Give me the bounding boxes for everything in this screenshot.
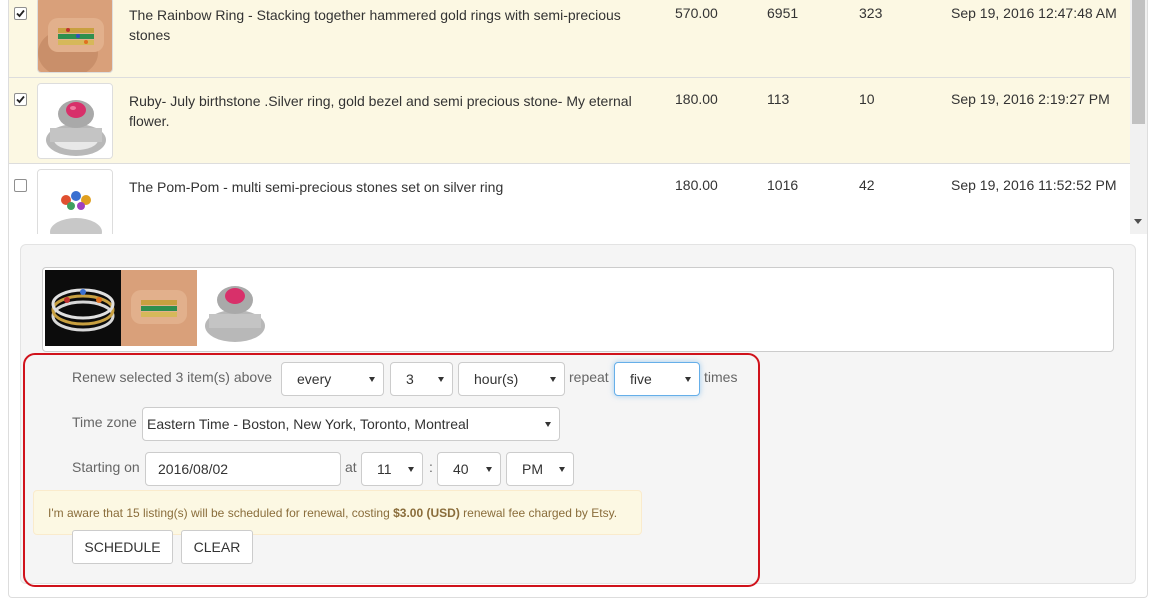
preview-thumbnail[interactable] bbox=[121, 270, 197, 346]
listing-price: 180.00 bbox=[675, 177, 718, 193]
listing-title[interactable]: The Pom-Pom - multi semi-precious stones… bbox=[129, 177, 659, 197]
scroll-down-icon[interactable] bbox=[1134, 219, 1142, 224]
table-row[interactable]: Ruby- July birthstone .Silver ring, gold… bbox=[9, 78, 1131, 164]
table-row[interactable]: The Pom-Pom - multi semi-precious stones… bbox=[9, 164, 1131, 234]
pom-pom-ring-photo bbox=[38, 170, 112, 234]
listing-thumbnail bbox=[37, 83, 113, 159]
table-row[interactable]: The Rainbow Ring - Stacking together ham… bbox=[9, 0, 1131, 78]
stacked-rings-photo bbox=[45, 270, 121, 346]
listing-thumbnail bbox=[37, 0, 113, 73]
listing-price: 180.00 bbox=[675, 91, 718, 107]
preview-thumbnail[interactable] bbox=[197, 270, 273, 346]
listing-thumbnail bbox=[37, 169, 113, 234]
listing-favorites: 10 bbox=[859, 91, 875, 107]
ruby-ring-photo bbox=[38, 84, 112, 158]
row-checkbox[interactable] bbox=[14, 93, 27, 106]
checkmark-icon bbox=[16, 9, 25, 18]
preview-thumbnail[interactable] bbox=[45, 270, 121, 346]
listing-views: 1016 bbox=[767, 177, 799, 193]
ruby-ring-photo bbox=[197, 270, 273, 346]
rainbow-ring-photo bbox=[121, 270, 197, 346]
listing-favorites: 42 bbox=[859, 177, 875, 193]
listing-views: 6951 bbox=[767, 5, 799, 21]
row-checkbox[interactable] bbox=[14, 7, 27, 20]
listing-title[interactable]: Ruby- July birthstone .Silver ring, gold… bbox=[129, 91, 659, 131]
listing-price: 570.00 bbox=[675, 5, 718, 21]
listing-date: Sep 19, 2016 2:19:27 PM bbox=[951, 91, 1110, 107]
listings-table: The Rainbow Ring - Stacking together ham… bbox=[8, 0, 1148, 234]
highlight-outline bbox=[23, 353, 760, 587]
listing-favorites: 323 bbox=[859, 5, 883, 21]
row-checkbox[interactable] bbox=[14, 179, 27, 192]
checkmark-icon bbox=[16, 95, 25, 104]
listing-views: 113 bbox=[767, 91, 790, 107]
rainbow-ring-photo bbox=[38, 0, 112, 72]
listing-title[interactable]: The Rainbow Ring - Stacking together ham… bbox=[129, 5, 659, 45]
table-scrollbar[interactable] bbox=[1130, 0, 1147, 234]
scrollbar-thumb[interactable] bbox=[1132, 0, 1145, 124]
selected-items-preview bbox=[42, 267, 1114, 352]
listing-date: Sep 19, 2016 11:52:52 PM bbox=[951, 177, 1117, 193]
listing-date: Sep 19, 2016 12:47:48 AM bbox=[951, 5, 1117, 21]
